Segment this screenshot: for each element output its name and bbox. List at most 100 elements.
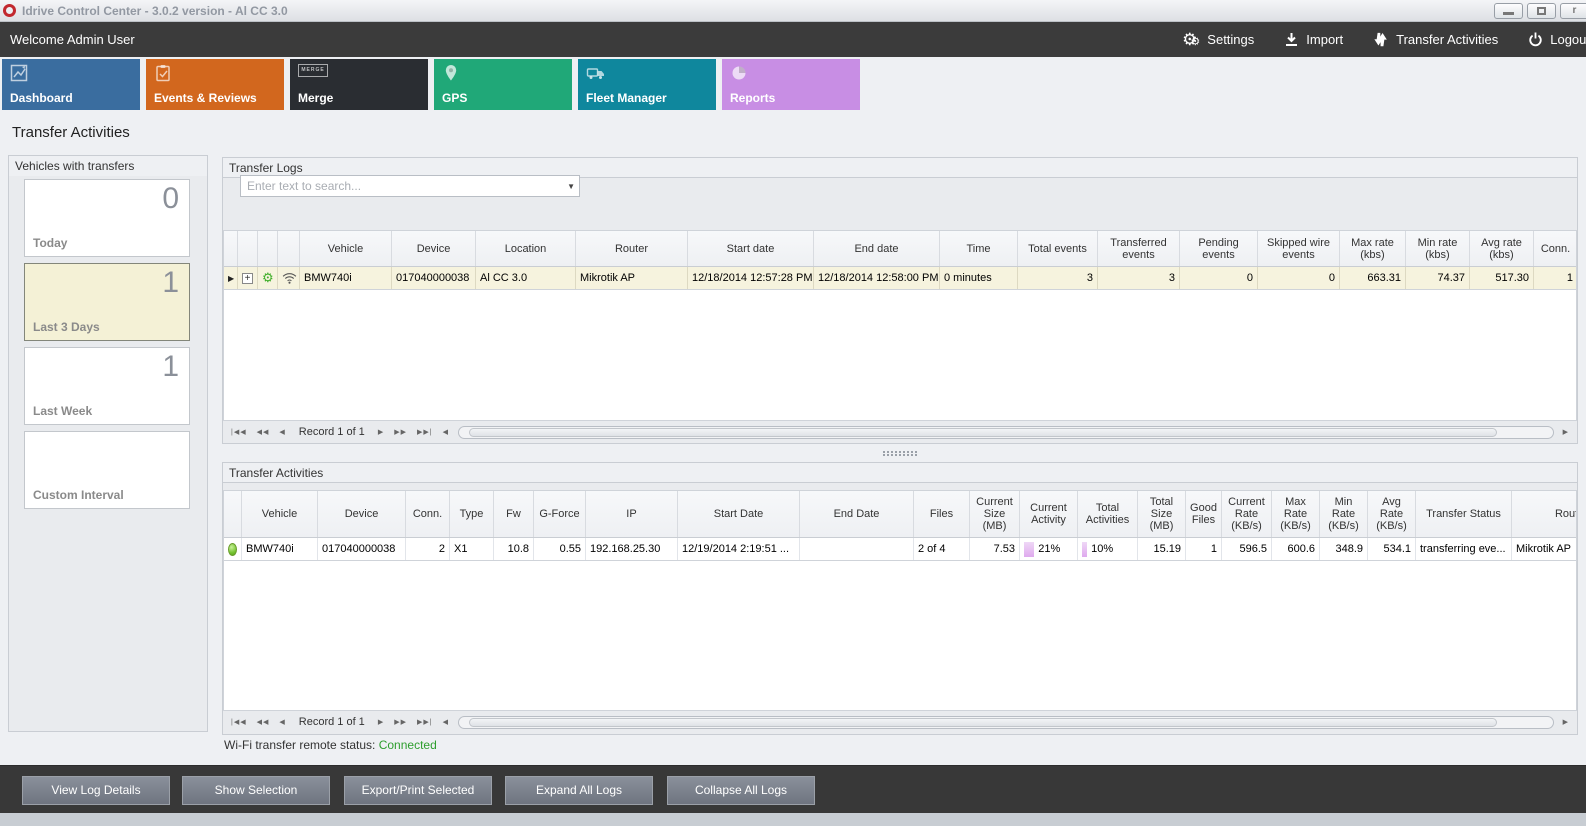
- col-avg-rate[interactable]: Avg rate (kbs): [1470, 231, 1534, 266]
- col-end-date[interactable]: End date: [814, 231, 940, 266]
- pager-first-icon[interactable]: |◀◀: [231, 718, 247, 726]
- page-title: Transfer Activities: [12, 124, 130, 141]
- col-max-rate[interactable]: Max rate (kbs): [1340, 231, 1406, 266]
- pager-next-icon[interactable]: ▶: [378, 428, 384, 436]
- col-conn[interactable]: Conn.: [1534, 231, 1577, 266]
- col-type[interactable]: Type: [450, 491, 494, 537]
- col-min-rate[interactable]: Min Rate (KB/s): [1320, 491, 1368, 537]
- hscroll-right-icon[interactable]: ▶: [1563, 428, 1569, 436]
- pager-prev-page-icon[interactable]: ◀◀: [257, 428, 270, 436]
- card-last-week[interactable]: 1 Last Week: [24, 347, 190, 425]
- col-total-events[interactable]: Total events: [1018, 231, 1098, 266]
- col-location[interactable]: Location: [476, 231, 576, 266]
- col-skipped-wire-events[interactable]: Skipped wire events: [1258, 231, 1340, 266]
- wifi-status-label: Wi-Fi transfer remote status:: [224, 738, 375, 752]
- minimize-button[interactable]: [1494, 3, 1523, 19]
- col-transferred-events[interactable]: Transferred events: [1098, 231, 1180, 266]
- horizontal-scrollbar[interactable]: [458, 426, 1554, 439]
- col-transfer-status[interactable]: Transfer Status: [1416, 491, 1512, 537]
- top-bar: Welcome Admin User ⚙⚙ Settings Import Tr…: [0, 22, 1586, 57]
- pager-prev-icon[interactable]: ◀: [279, 428, 285, 436]
- col-end-date[interactable]: End Date: [800, 491, 914, 537]
- vehicles-panel: Vehicles with transfers 0 Today 1 Last 3…: [8, 155, 208, 732]
- col-conn[interactable]: Conn.: [406, 491, 450, 537]
- pager-last-icon[interactable]: ▶▶|: [417, 718, 433, 726]
- cell-location: Al CC 3.0: [476, 267, 576, 289]
- cell-vehicle: BMW740i: [300, 267, 392, 289]
- search-input[interactable]: [241, 176, 551, 196]
- hscroll-left-icon[interactable]: ◀: [443, 428, 449, 436]
- col-vehicle[interactable]: Vehicle: [300, 231, 392, 266]
- col-min-rate[interactable]: Min rate (kbs): [1406, 231, 1470, 266]
- pager-next-icon[interactable]: ▶: [378, 718, 384, 726]
- col-start-date[interactable]: Start date: [688, 231, 814, 266]
- col-time[interactable]: Time: [940, 231, 1018, 266]
- card-custom-interval[interactable]: Custom Interval: [24, 431, 190, 509]
- cell-pending-events: 0: [1180, 267, 1258, 289]
- col-current-activity[interactable]: Current Activity: [1020, 491, 1078, 537]
- tile-merge[interactable]: MERGE Merge: [290, 59, 428, 110]
- col-device[interactable]: Device: [392, 231, 476, 266]
- scrollbar-thumb[interactable]: [469, 428, 1497, 437]
- tile-dashboard[interactable]: Dashboard: [2, 59, 140, 110]
- col-ip[interactable]: IP: [586, 491, 678, 537]
- pager-prev-icon[interactable]: ◀: [279, 718, 285, 726]
- card-today[interactable]: 0 Today: [24, 179, 190, 257]
- import-button[interactable]: Import: [1284, 32, 1343, 47]
- pager-last-icon[interactable]: ▶▶|: [417, 428, 433, 436]
- cell-fw: 10.8: [494, 538, 534, 560]
- col-files[interactable]: Files: [914, 491, 970, 537]
- window-title: Idrive Control Center - 3.0.2 version - …: [22, 4, 288, 18]
- col-max-rate[interactable]: Max Rate (KB/s): [1272, 491, 1320, 537]
- search-dropdown-icon[interactable]: ▼: [567, 182, 575, 191]
- pager-next-page-icon[interactable]: ▶▶: [394, 718, 407, 726]
- pager-prev-page-icon[interactable]: ◀◀: [257, 718, 270, 726]
- cell-current-size: 7.53: [970, 538, 1020, 560]
- tile-events-reviews[interactable]: Events & Reviews: [146, 59, 284, 110]
- expand-all-logs-button[interactable]: Expand All Logs: [505, 776, 653, 805]
- export-print-selected-button[interactable]: Export/Print Selected: [344, 776, 492, 805]
- settings-button[interactable]: ⚙⚙ Settings: [1182, 32, 1254, 48]
- col-start-date[interactable]: Start Date: [678, 491, 800, 537]
- show-selection-button[interactable]: Show Selection: [182, 776, 330, 805]
- col-current-size[interactable]: Current Size (MB): [970, 491, 1020, 537]
- scrollbar-thumb[interactable]: [469, 718, 1497, 727]
- col-device[interactable]: Device: [318, 491, 406, 537]
- col-avg-rate[interactable]: Avg Rate (KB/s): [1368, 491, 1416, 537]
- hscroll-left-icon[interactable]: ◀: [443, 718, 449, 726]
- cell-avg-rate: 517.30: [1470, 267, 1534, 289]
- transfer-activities-row[interactable]: BMW740i 017040000038 2 X1 10.8 0.55 192.…: [224, 538, 1576, 561]
- panel-splitter[interactable]: [222, 449, 1578, 457]
- footer-bar: View Log Details Show Selection Export/P…: [0, 765, 1586, 813]
- tile-gps[interactable]: GPS: [434, 59, 572, 110]
- cell-router: Mikrotik AP: [1512, 538, 1577, 560]
- card-last-3-days[interactable]: 1 Last 3 Days: [24, 263, 190, 341]
- close-button[interactable]: r: [1560, 3, 1586, 19]
- transfer-activities-button[interactable]: Transfer Activities: [1373, 32, 1498, 48]
- horizontal-scrollbar[interactable]: [458, 716, 1554, 729]
- row-expand-icon[interactable]: +: [242, 273, 253, 284]
- col-current-rate[interactable]: Current Rate (KB/s): [1222, 491, 1272, 537]
- hscroll-right-icon[interactable]: ▶: [1563, 718, 1569, 726]
- col-router[interactable]: Router: [1512, 491, 1577, 537]
- pager-next-page-icon[interactable]: ▶▶: [394, 428, 407, 436]
- cell-start-date: 12/19/2014 2:19:51 ...: [678, 538, 800, 560]
- col-total-size[interactable]: Total Size (MB): [1138, 491, 1186, 537]
- collapse-all-logs-button[interactable]: Collapse All Logs: [667, 776, 815, 805]
- cell-router: Mikrotik AP: [576, 267, 688, 289]
- col-g-force[interactable]: G-Force: [534, 491, 586, 537]
- col-router[interactable]: Router: [576, 231, 688, 266]
- pager-first-icon[interactable]: |◀◀: [231, 428, 247, 436]
- transfer-logs-row[interactable]: ▶ + ⚙ BMW740i 017040000038 Al CC 3.0 Mik…: [224, 267, 1576, 290]
- col-vehicle[interactable]: Vehicle: [242, 491, 318, 537]
- view-log-details-button[interactable]: View Log Details: [22, 776, 170, 805]
- minimize-icon: [1503, 12, 1514, 15]
- col-total-activities[interactable]: Total Activities: [1078, 491, 1138, 537]
- col-pending-events[interactable]: Pending events: [1180, 231, 1258, 266]
- col-good-files[interactable]: Good Files: [1186, 491, 1222, 537]
- maximize-button[interactable]: [1527, 3, 1556, 19]
- logout-button[interactable]: Logout: [1528, 32, 1586, 47]
- tile-fleet-manager[interactable]: Fleet Manager: [578, 59, 716, 110]
- col-fw[interactable]: Fw: [494, 491, 534, 537]
- tile-reports[interactable]: Reports: [722, 59, 860, 110]
